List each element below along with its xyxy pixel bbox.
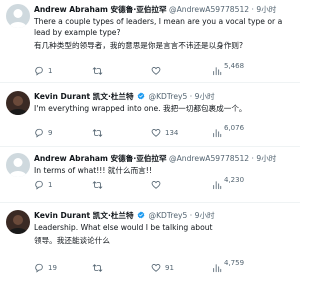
like-icon bbox=[151, 129, 161, 137]
tweet-4[interactable]: Kevin Durant 凯文·杜兰特 @KDTrey5 · 9小时 Leade… bbox=[0, 210, 300, 280]
reply-count: 9 bbox=[48, 129, 53, 137]
avatar[interactable] bbox=[6, 153, 30, 177]
tweet-timeline: Andrew Abraham 安德鲁·亚伯拉罕 @AndrewA59778512… bbox=[0, 0, 300, 283]
avatar[interactable] bbox=[6, 91, 30, 115]
tweet-text: In terms of what!!! 就什么而言!! bbox=[34, 166, 152, 175]
tweet-text: Leadership. What else would I be talking… bbox=[34, 223, 213, 232]
reply-button[interactable]: 1 bbox=[34, 180, 52, 190]
author-name[interactable]: Kevin Durant 凯文·杜兰特 bbox=[34, 92, 134, 101]
reply-icon bbox=[35, 128, 43, 138]
author-handle[interactable]: @AndrewA59778512 bbox=[169, 154, 249, 163]
divider bbox=[0, 146, 300, 147]
verified-badge-icon bbox=[137, 211, 145, 219]
timestamp[interactable]: 9小时 bbox=[256, 154, 276, 163]
views-button[interactable]: 4,759 bbox=[212, 259, 244, 273]
retweet-icon bbox=[92, 264, 103, 272]
reply-count: 19 bbox=[48, 264, 57, 272]
views-icon bbox=[213, 264, 222, 273]
tweet-header: Andrew Abraham 安德鲁·亚伯拉罕 @AndrewA59778512… bbox=[34, 153, 296, 164]
separator-dot: · bbox=[187, 92, 195, 101]
views-icon bbox=[213, 67, 222, 76]
reply-button[interactable]: 1 bbox=[34, 66, 52, 76]
views-icon bbox=[213, 181, 222, 190]
tweet-2[interactable]: Kevin Durant 凯文·杜兰特 @KDTrey5 · 9小时 I'm e… bbox=[0, 91, 300, 141]
tweet-text: There a couple types of leaders, I mean … bbox=[34, 17, 283, 37]
views-button[interactable]: 6,076 bbox=[212, 124, 244, 138]
reply-icon bbox=[35, 66, 43, 76]
author-name[interactable]: Andrew Abraham 安德鲁·亚伯拉罕 bbox=[34, 5, 167, 14]
like-count: 91 bbox=[165, 264, 174, 272]
verified-badge-icon bbox=[137, 92, 145, 100]
tweet-content: Andrew Abraham 安德鲁·亚伯拉罕 @AndrewA59778512… bbox=[34, 153, 296, 176]
like-icon bbox=[151, 264, 161, 272]
retweet-button[interactable] bbox=[92, 180, 103, 190]
reply-count: 1 bbox=[48, 67, 53, 75]
reply-icon bbox=[35, 180, 43, 190]
author-handle[interactable]: @KDTrey5 bbox=[148, 92, 187, 101]
timestamp[interactable]: 9小时 bbox=[195, 211, 215, 220]
tweet-translation: 领导。我还能谈论什么 bbox=[34, 236, 110, 245]
like-button[interactable]: 134 bbox=[151, 128, 178, 138]
reply-button[interactable]: 9 bbox=[34, 128, 52, 138]
like-button[interactable]: 91 bbox=[151, 263, 174, 273]
views-count: 4,230 bbox=[224, 176, 245, 184]
divider bbox=[0, 202, 300, 203]
divider bbox=[0, 82, 300, 83]
tweet-header: Andrew Abraham 安德鲁·亚伯拉罕 @AndrewA59778512… bbox=[34, 4, 296, 15]
retweet-button[interactable] bbox=[92, 128, 103, 138]
views-button[interactable]: 5,468 bbox=[212, 62, 244, 76]
views-count: 4,759 bbox=[224, 259, 245, 267]
tweet-1[interactable]: Andrew Abraham 安德鲁·亚伯拉罕 @AndrewA59778512… bbox=[0, 4, 300, 76]
tweet-translation: 有几种类型的领导者，我的意思是你是言言不讳还是以身作则? bbox=[34, 41, 244, 50]
like-button[interactable] bbox=[151, 180, 161, 190]
like-icon bbox=[151, 181, 161, 189]
author-name[interactable]: Kevin Durant 凯文·杜兰特 bbox=[34, 211, 134, 220]
reply-button[interactable]: 19 bbox=[34, 263, 57, 273]
views-icon bbox=[213, 129, 222, 138]
tweet-header: Kevin Durant 凯文·杜兰特 @KDTrey5 · 9小时 bbox=[34, 91, 296, 102]
retweet-icon bbox=[92, 67, 103, 75]
author-handle[interactable]: @KDTrey5 bbox=[148, 211, 187, 220]
like-button[interactable] bbox=[151, 66, 161, 76]
views-button[interactable]: 4,230 bbox=[212, 176, 244, 190]
retweet-icon bbox=[92, 129, 103, 137]
retweet-button[interactable] bbox=[92, 263, 103, 273]
retweet-icon bbox=[92, 181, 103, 189]
like-count: 134 bbox=[165, 129, 179, 137]
tweet-text: I'm everything wrapped into one. 我把一切都包裹… bbox=[34, 104, 247, 113]
views-count: 5,468 bbox=[224, 62, 245, 70]
timestamp[interactable]: 9小时 bbox=[195, 92, 215, 101]
author-name[interactable]: Andrew Abraham 安德鲁·亚伯拉罕 bbox=[34, 154, 167, 163]
author-handle[interactable]: @AndrewA59778512 bbox=[169, 5, 249, 14]
tweet-header: Kevin Durant 凯文·杜兰特 @KDTrey5 · 9小时 bbox=[34, 210, 296, 221]
views-count: 6,076 bbox=[224, 124, 245, 132]
tweet-content: Kevin Durant 凯文·杜兰特 @KDTrey5 · 9小时 I'm e… bbox=[34, 91, 296, 114]
avatar[interactable] bbox=[6, 4, 30, 28]
separator-dot: · bbox=[187, 211, 195, 220]
tweet-content: Andrew Abraham 安德鲁·亚伯拉罕 @AndrewA59778512… bbox=[34, 4, 296, 51]
reply-icon bbox=[35, 263, 43, 273]
like-icon bbox=[151, 67, 161, 75]
timestamp[interactable]: 9小时 bbox=[256, 5, 276, 14]
reply-count: 1 bbox=[48, 181, 53, 189]
avatar[interactable] bbox=[6, 210, 30, 234]
tweet-3[interactable]: Andrew Abraham 安德鲁·亚伯拉罕 @AndrewA59778512… bbox=[0, 153, 300, 193]
tweet-content: Kevin Durant 凯文·杜兰特 @KDTrey5 · 9小时 Leade… bbox=[34, 210, 296, 246]
retweet-button[interactable] bbox=[92, 66, 103, 76]
